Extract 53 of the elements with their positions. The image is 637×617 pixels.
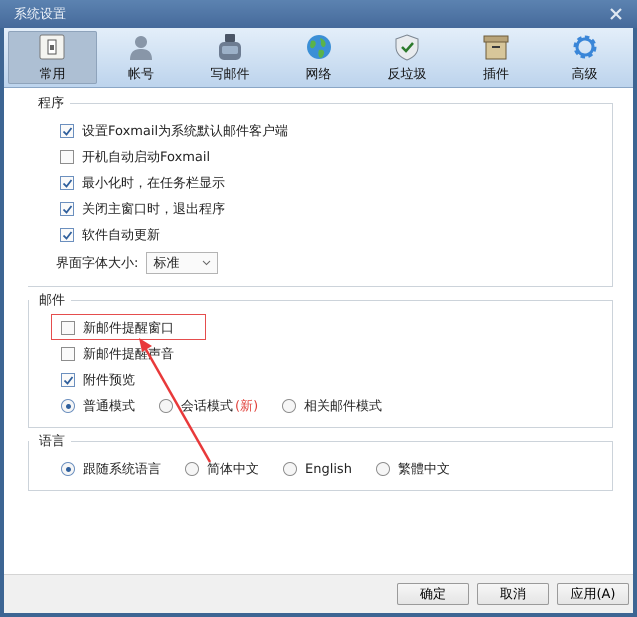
checkbox[interactable] — [60, 124, 74, 138]
tab[interactable]: 帐号 — [96, 31, 186, 84]
tab[interactable]: 反垃圾 — [362, 31, 452, 84]
tab[interactable]: 高级 — [540, 31, 630, 84]
tab[interactable]: 插件 — [452, 31, 540, 84]
checkbox-label[interactable]: 开机自动启动Foxmail — [82, 148, 210, 166]
group-title: 程序 — [37, 95, 65, 112]
radio-label[interactable]: 会话模式 — [181, 397, 233, 415]
radio-label[interactable]: 相关邮件模式 — [304, 397, 382, 415]
checkbox-label[interactable]: 关闭主窗口时，退出程序 — [82, 200, 225, 218]
radio-button[interactable] — [282, 399, 296, 413]
window-title: 系统设置 — [14, 6, 66, 23]
radio-button[interactable] — [283, 462, 297, 476]
checkbox-label[interactable]: 最小化时，在任务栏显示 — [82, 174, 225, 192]
radio-label[interactable]: 跟随系统语言 — [83, 460, 161, 478]
checkbox-label[interactable]: 新邮件提醒窗口 — [83, 319, 174, 337]
radio-button[interactable] — [61, 462, 75, 476]
tab[interactable]: 网络 — [274, 31, 363, 84]
archive-box-icon — [482, 32, 510, 60]
group-title: 语言 — [38, 433, 66, 450]
radio-button[interactable] — [61, 399, 75, 413]
checkbox[interactable] — [61, 373, 75, 387]
checkbox[interactable] — [60, 202, 74, 216]
group-title: 邮件 — [38, 292, 66, 309]
chevron-down-icon — [202, 260, 212, 266]
radio-label[interactable]: 繁體中文 — [398, 460, 450, 478]
checkbox[interactable] — [60, 176, 74, 190]
shield-icon — [393, 32, 422, 60]
radio-button[interactable] — [376, 462, 390, 476]
checkbox[interactable] — [61, 321, 75, 335]
checkbox[interactable] — [60, 150, 74, 164]
radio-button[interactable] — [159, 399, 173, 413]
tab[interactable]: 常用 — [8, 31, 97, 84]
dialog-button[interactable]: 应用(A) — [557, 583, 629, 605]
checkbox-label[interactable]: 附件预览 — [83, 371, 135, 389]
font-size-dropdown[interactable]: 标准 — [146, 252, 218, 274]
radio-button[interactable] — [185, 462, 199, 476]
close-icon[interactable] — [609, 7, 623, 21]
checkbox[interactable] — [60, 228, 74, 242]
checkbox-label[interactable]: 设置Foxmail为系统默认邮件客户端 — [82, 122, 288, 140]
checkbox[interactable] — [61, 347, 75, 361]
radio-label[interactable]: 普通模式 — [83, 397, 135, 415]
radio-label[interactable]: 简体中文 — [207, 460, 259, 478]
field-label: 界面字体大小: — [56, 255, 138, 272]
new-tag: (新) — [235, 397, 258, 415]
dialog-button[interactable]: 取消 — [477, 583, 549, 605]
switch-icon — [38, 32, 66, 60]
dialog-button[interactable]: 确定 — [397, 583, 469, 605]
radio-label[interactable]: English — [305, 462, 352, 476]
tab[interactable]: 写邮件 — [185, 31, 274, 84]
globe-icon — [304, 32, 333, 60]
checkbox-label[interactable]: 软件自动更新 — [82, 226, 160, 244]
gear-icon — [570, 32, 599, 60]
